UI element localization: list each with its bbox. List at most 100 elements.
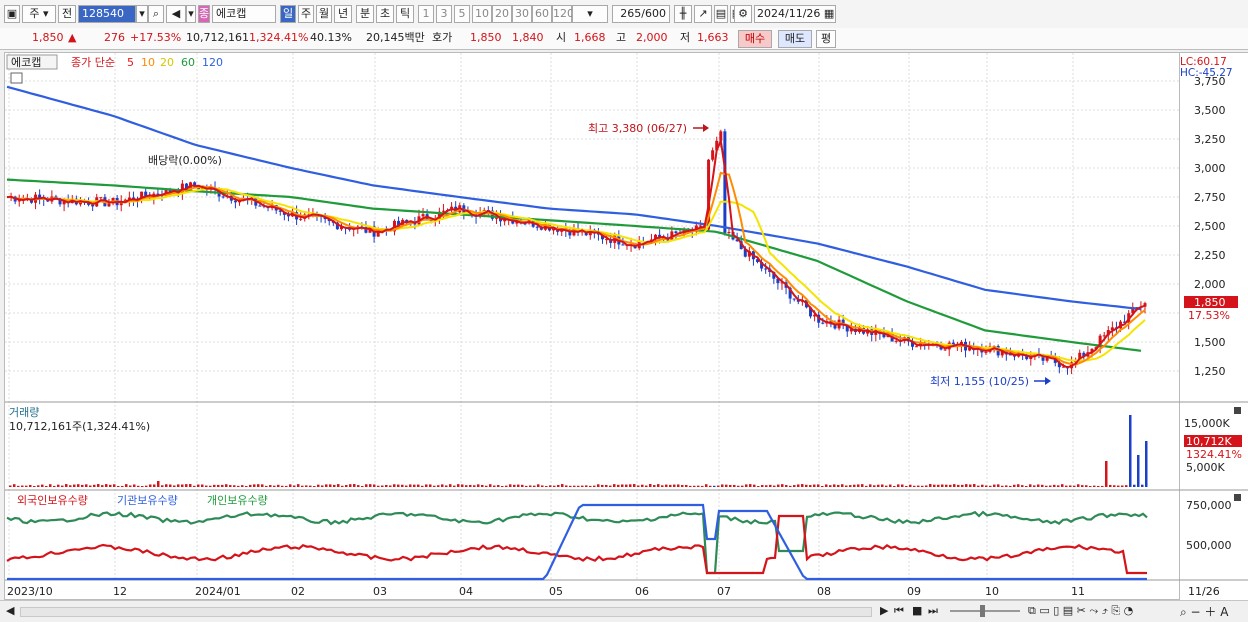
zoom-slider[interactable] (950, 610, 1020, 612)
eval-button[interactable]: 평 (816, 30, 836, 48)
interval-120[interactable]: 120 (552, 5, 574, 23)
timeframe-year[interactable]: 년 (334, 5, 352, 23)
holding-panel-close-icon[interactable] (1234, 494, 1241, 501)
volume-bar (757, 485, 760, 487)
first-page-icon[interactable]: ⏮ (894, 604, 904, 618)
interval-30[interactable]: 30 (512, 5, 532, 23)
ask-price: 1,850 (470, 31, 502, 44)
volume-bar (953, 484, 956, 487)
drawing-tool-icon[interactable]: ↗ (694, 5, 712, 23)
y-tick-1500: 1,500 (1194, 336, 1226, 349)
volume-bar (405, 485, 408, 487)
volume-bar (573, 485, 576, 487)
foreign-holding-line (6, 514, 1147, 575)
interval-5[interactable]: 5 (454, 5, 470, 23)
interval-1[interactable]: 1 (418, 5, 434, 23)
dividend-annotation: 배당락(0.00%) (148, 154, 222, 167)
buy-button[interactable]: 매수 (738, 30, 772, 48)
volume-bar (93, 484, 96, 487)
volume-bar (173, 485, 176, 487)
stop-icon[interactable]: ■ (912, 604, 922, 617)
interval-dropdown[interactable]: ▾ (572, 5, 608, 23)
volume-bar (637, 485, 640, 487)
volume-bar (565, 485, 568, 487)
timeframe-tick[interactable]: 틱 (396, 5, 414, 23)
ma20-line (6, 187, 1146, 362)
settings-icon[interactable]: ⚙ (734, 5, 752, 23)
volume-bar (61, 485, 64, 487)
period-select[interactable]: 주 ▾ (22, 5, 56, 23)
chart-svg[interactable]: 에코캡 종가 단순 5 10 20 60 120 최고 3,380 (06/27… (5, 53, 1181, 601)
volume-value: 10,712,161 (186, 31, 249, 44)
ma60-line (6, 178, 1142, 352)
toolbar: ▣ 주 ▾ 전 128540 ▾ ⌕ ◀ ▾ 종 에코캡 일 주 월 년 분 초… (0, 0, 1248, 29)
date-field[interactable]: 2024/11/26 ▦ (754, 5, 836, 23)
prev-button[interactable]: 전 (58, 5, 76, 23)
price-change-pct: +17.53% (130, 31, 182, 44)
timeframe-week[interactable]: 주 (298, 5, 314, 23)
candle-type-icon[interactable]: ╫ (674, 5, 692, 23)
candle-body (1102, 335, 1106, 337)
scrollbar-track[interactable] (20, 607, 872, 617)
volume-bar (481, 484, 484, 487)
scroll-left-icon[interactable]: ◀ (6, 604, 14, 617)
volume-bar (913, 485, 916, 487)
timeframe-second[interactable]: 초 (376, 5, 394, 23)
hold-tick-750000: 750,000 (1186, 499, 1232, 512)
code-dropdown-icon[interactable]: ▾ (136, 5, 148, 23)
search-icon[interactable]: ⌕ (148, 5, 164, 23)
count-field[interactable]: 265/600 (612, 5, 670, 23)
volume-bar (1037, 484, 1040, 487)
interval-10[interactable]: 10 (472, 5, 492, 23)
volume-bar (1005, 485, 1008, 487)
volume-bar (485, 485, 488, 487)
chart-panel[interactable]: 에코캡 종가 단순 5 10 20 60 120 최고 3,380 (06/27… (4, 52, 1181, 601)
volume-bar (309, 485, 312, 487)
speaker-icon[interactable]: ◀ (166, 5, 186, 23)
interval-3[interactable]: 3 (436, 5, 452, 23)
volume-bar (753, 484, 756, 487)
volume-bar (1049, 485, 1052, 487)
stock-code-input[interactable]: 128540 (78, 5, 136, 23)
volume-bar (629, 484, 632, 487)
volume-panel-close-icon[interactable] (1234, 407, 1241, 414)
volume-bar (257, 484, 260, 487)
scroll-right-icon[interactable]: ▶ (880, 604, 888, 617)
volume-bar (969, 484, 972, 487)
zoom-slider-handle[interactable] (980, 605, 985, 617)
view-options-icon[interactable]: ⧉ ▭ ▯ ▤ ✂ ⤳ ⤴ ⎘ ◔ (1028, 604, 1133, 618)
volume-bar (737, 485, 740, 487)
sell-button[interactable]: 매도 (778, 30, 812, 48)
volume-bar (621, 484, 624, 487)
volume-bar (745, 484, 748, 487)
volume-bar (1101, 485, 1104, 487)
volume-bar (645, 485, 648, 487)
high-price: 2,000 (636, 31, 668, 44)
stock-name-field[interactable]: 에코캡 (212, 5, 276, 23)
volume-bar (213, 484, 216, 487)
volume-info: 10,712,161주(1,324.41%) (9, 420, 150, 433)
speaker-dropdown-icon[interactable]: ▾ (186, 5, 196, 23)
y-tick-2250: 2,250 (1194, 249, 1226, 262)
timeframe-minute[interactable]: 분 (356, 5, 374, 23)
volume-bar (433, 485, 436, 487)
zoom-out-icon[interactable]: ⌕ − ＋ A (1180, 603, 1228, 620)
volume-bar (673, 484, 676, 487)
save-icon[interactable]: ▤ (714, 5, 728, 23)
candle-body (727, 231, 731, 233)
volume-bar (1133, 484, 1136, 487)
volume-bar (261, 484, 264, 487)
hold-tick-500000: 500,000 (1186, 539, 1232, 552)
high-label: 고 (616, 31, 627, 44)
table-icon[interactable] (10, 72, 23, 84)
timeframe-day[interactable]: 일 (280, 5, 296, 23)
current-price: 1,850 (32, 31, 64, 44)
volume-bar (29, 484, 32, 487)
last-page-icon[interactable]: ⏭ (928, 604, 938, 618)
timeframe-month[interactable]: 월 (316, 5, 332, 23)
interval-20[interactable]: 20 (492, 5, 512, 23)
window-icon[interactable]: ▣ (4, 5, 20, 23)
interval-60[interactable]: 60 (532, 5, 552, 23)
volume-bar (185, 484, 188, 487)
x-label-12: 12 (113, 585, 127, 598)
